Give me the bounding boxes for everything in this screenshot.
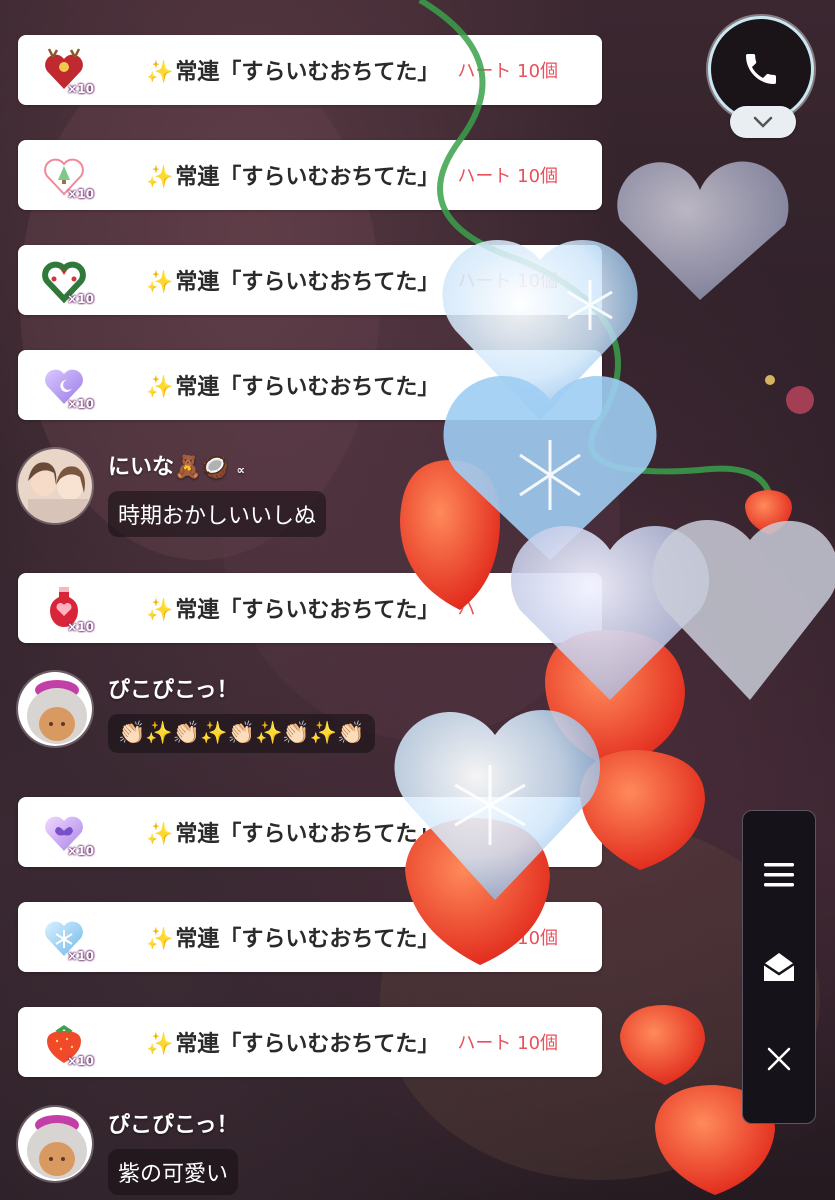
gift-notification-row: ×10 ✨常連「すらいむおちてた」 (18, 797, 602, 867)
menu-button[interactable] (759, 855, 799, 895)
mail-button[interactable] (759, 947, 799, 987)
chat-comment: ぴこぴこっ！ 👏🏻✨👏🏻✨👏🏻✨👏🏻✨👏🏻 (16, 670, 476, 770)
comment-message: 👏🏻✨👏🏻✨👏🏻✨👏🏻✨👏🏻 (108, 714, 375, 753)
gift-sender-label: 常連「すらいむおちてた」 (175, 60, 440, 85)
menu-icon (764, 863, 794, 887)
gift-count: ×10 (67, 82, 94, 96)
wreath-heart-icon: ×10 (38, 254, 94, 306)
sparkle-icon: ✨ (146, 165, 174, 190)
gift-amount: ハート 10個 (457, 928, 559, 949)
gift-notification-row: ×10 ✨常連「すらいむおちてた」 ハート 10個 (18, 245, 602, 315)
avatar[interactable] (16, 447, 94, 525)
chevron-down-icon (753, 116, 773, 128)
collapse-button[interactable] (730, 106, 796, 138)
close-button[interactable] (759, 1039, 799, 1079)
phone-icon (746, 54, 776, 84)
comment-username: ぴこぴこっ！ (108, 678, 239, 703)
gift-sender-label: 常連「すらいむおちてた」 (175, 822, 440, 847)
gift-notification-row: ×10 ✨常連「すらいむおちてた」 (18, 350, 602, 420)
gift-count: ×10 (67, 620, 94, 634)
strawberry-icon: ×10 (38, 1016, 94, 1068)
gift-count: ×10 (67, 397, 94, 411)
gift-sender-label: 常連「すらいむおちてた」 (175, 927, 440, 952)
sparkle-icon: ✨ (146, 270, 174, 295)
gift-sender-label: 常連「すらいむおちてた」 (175, 598, 440, 623)
gift-count: ×10 (67, 1054, 94, 1068)
sparkle-icon: ✨ (146, 598, 174, 623)
gift-sender-text: ✨常連「すらいむおちてた」 (146, 1026, 439, 1058)
potion-heart-icon: ×10 (38, 582, 94, 634)
gift-count: ×10 (67, 844, 94, 858)
gift-count: ×10 (67, 949, 94, 963)
gift-sender-text: ✨常連「すらいむおちてた」 (146, 159, 439, 191)
reindeer-heart-icon: ×10 (38, 44, 94, 96)
moon-heart-icon: ×10 (38, 359, 94, 411)
chat-comment: にいな🧸🥥 ∝ 時期おかしいいしぬ (16, 447, 436, 547)
sparkle-icon: ✨ (146, 822, 174, 847)
gift-notification-row: ×10 ✨常連「すらいむおちてた」 ハート 10個 (18, 35, 602, 105)
comment-username: ぴこぴこっ！ (108, 1113, 239, 1138)
gift-sender-label: 常連「すらいむおちてた」 (175, 165, 440, 190)
comment-message: 紫の可愛い (108, 1149, 239, 1195)
butterfly-heart-icon: ×10 (38, 806, 94, 858)
sparkle-icon: ✨ (146, 60, 174, 85)
gift-notification-row: ×10 ✨常連「すらいむおちてた」 ハート 10個 (18, 902, 602, 972)
gift-sender-label: 常連「すらいむおちてた」 (175, 270, 440, 295)
side-menu-panel (742, 810, 816, 1124)
sparkle-icon: ✨ (146, 1032, 174, 1057)
gift-sender-text: ✨常連「すらいむおちてた」 (146, 921, 439, 953)
gift-sender-text: ✨常連「すらいむおちてた」 (146, 816, 439, 848)
gift-count: ×10 (67, 292, 94, 306)
gift-sender-text: ✨常連「すらいむおちてた」 (146, 264, 439, 296)
gift-notification-row: ×10 ✨常連「すらいむおちてた」 ハ (18, 573, 602, 643)
avatar[interactable] (16, 670, 94, 748)
comment-username: にいな🧸🥥 ∝ (108, 455, 246, 480)
comment-message: 時期おかしいいしぬ (108, 491, 327, 537)
gift-sender-label: 常連「すらいむおちてた」 (175, 375, 440, 400)
gift-notification-row: ×10 ✨常連「すらいむおちてた」 ハート 10個 (18, 1007, 602, 1077)
close-icon (767, 1047, 791, 1071)
avatar[interactable] (16, 1105, 94, 1183)
gift-sender-text: ✨常連「すらいむおちてた」 (146, 54, 439, 86)
gift-amount: ハート 10個 (457, 61, 559, 82)
mail-icon (763, 953, 795, 981)
gift-amount: ハート 10個 (457, 271, 559, 292)
gift-sender-label: 常連「すらいむおちてた」 (175, 1032, 440, 1057)
sparkle-icon: ✨ (146, 375, 174, 400)
gift-notification-row: ×10 ✨常連「すらいむおちてた」 ハート 10個 (18, 140, 602, 210)
gift-amount: ハート 10個 (457, 166, 559, 187)
gift-sender-text: ✨常連「すらいむおちてた」 (146, 592, 439, 624)
chat-comment: ぴこぴこっ！ 紫の可愛い (16, 1105, 316, 1197)
christmas-tree-heart-icon: ×10 (38, 149, 94, 201)
gift-sender-text: ✨常連「すらいむおちてた」 (146, 369, 439, 401)
gift-amount: ハ (457, 599, 476, 620)
gift-count: ×10 (67, 187, 94, 201)
sparkle-icon: ✨ (146, 927, 174, 952)
gift-amount: ハート 10個 (457, 1033, 559, 1054)
snowflake-heart-icon: ×10 (38, 911, 94, 963)
